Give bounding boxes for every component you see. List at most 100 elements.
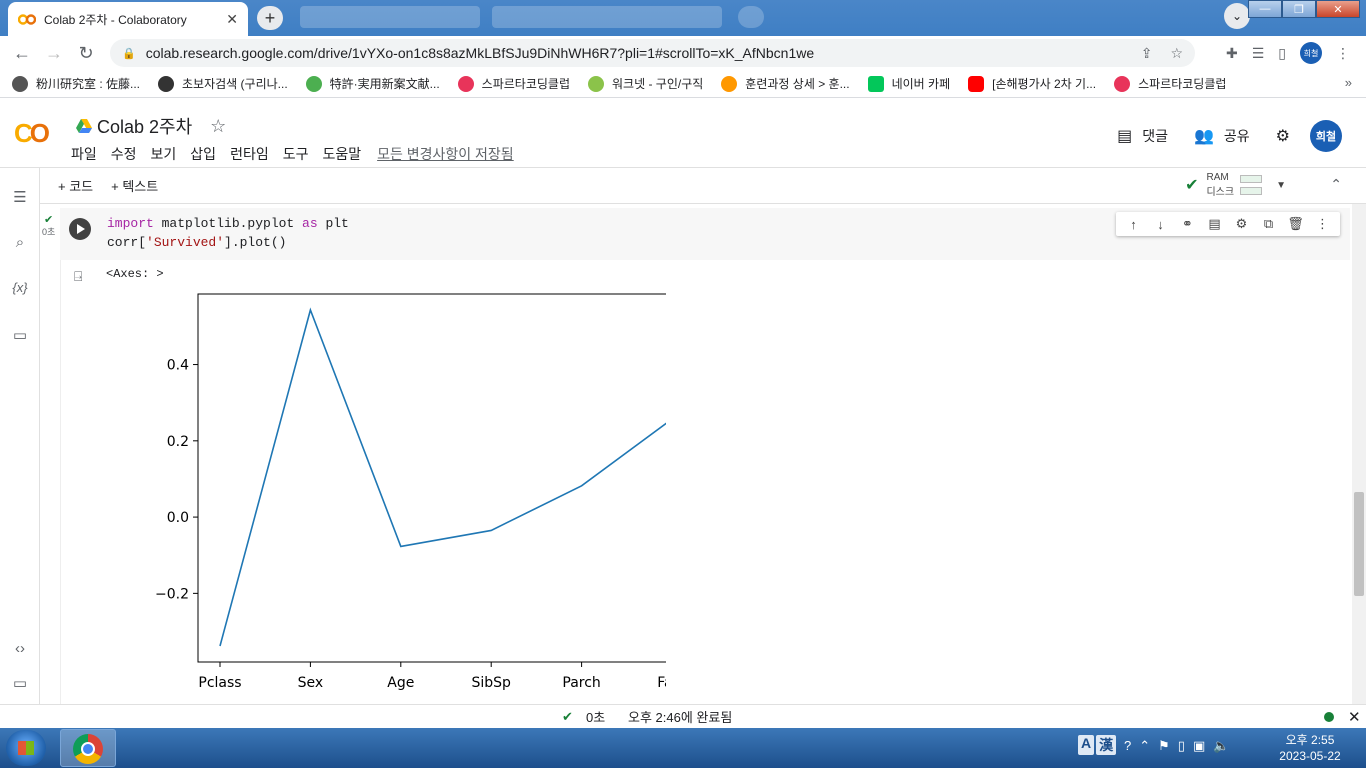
output-menu-icon[interactable]: ⍈: [74, 268, 82, 285]
menu-tools[interactable]: 도구: [283, 144, 309, 164]
close-tab-icon[interactable]: ✕: [226, 11, 238, 28]
browser-toolbar: ← → ↻ 🔒 colab.research.google.com/drive/…: [0, 36, 1366, 70]
comments-button[interactable]: ▤ 댓글: [1117, 126, 1168, 146]
close-status-icon[interactable]: ✕: [1348, 708, 1361, 726]
maximize-button[interactable]: ❐: [1282, 0, 1316, 18]
menu-file[interactable]: 파일: [71, 144, 97, 164]
tab-colab[interactable]: Colab 2주차 - Colaboratory ✕: [8, 2, 248, 36]
star-icon[interactable]: ☆: [210, 116, 226, 137]
run-cell-button[interactable]: [69, 218, 91, 240]
menu-help[interactable]: 도움말: [322, 144, 361, 164]
add-text-button[interactable]: + 텍스트: [111, 176, 158, 195]
bookmark-item[interactable]: 特許·実用新案文献...: [305, 75, 440, 92]
variables-icon[interactable]: {x}: [10, 280, 30, 295]
address-bar[interactable]: 🔒 colab.research.google.com/drive/1vYXo-…: [110, 39, 1195, 67]
menu-insert[interactable]: 삽입: [190, 144, 216, 164]
add-code-button[interactable]: + 코드: [58, 176, 93, 195]
volume-icon[interactable]: 🔈: [1213, 738, 1229, 754]
scrollbar[interactable]: [1352, 204, 1366, 704]
lock-icon: 🔒: [122, 47, 136, 60]
reload-icon[interactable]: ↻: [70, 43, 102, 64]
menu-runtime[interactable]: 런타임: [230, 144, 269, 164]
ime-indicator[interactable]: A 漢: [1078, 735, 1117, 755]
series-line-survived: [219, 307, 666, 647]
bookmark-star-icon[interactable]: ☆: [1170, 45, 1183, 62]
globe-icon: [12, 75, 28, 92]
tab-search-icon[interactable]: ⌄: [1224, 3, 1250, 29]
bookmark-item[interactable]: 스파르타코딩클럽: [457, 75, 570, 92]
status-message: 오후 2:46에 완료됨: [628, 710, 733, 725]
forward-icon[interactable]: →: [38, 43, 70, 64]
notebook-title[interactable]: Colab 2주차: [97, 113, 192, 139]
mirror-cell-icon[interactable]: ⧉: [1255, 216, 1282, 232]
bookmark-item[interactable]: 粉川研究室 : 佐藤...: [12, 75, 140, 92]
connected-check-icon: ✔: [1185, 177, 1199, 194]
line-chart: −0.2 0.0 0.2 0.4 Pclass Sex Age SibSp Parch Fare: [155, 293, 666, 691]
background-tab[interactable]: [300, 6, 480, 28]
extensions-icon[interactable]: ✚: [1226, 45, 1238, 62]
back-icon[interactable]: ←: [6, 43, 38, 64]
reading-list-icon[interactable]: ☰: [1252, 45, 1265, 62]
link-icon[interactable]: ⚭: [1174, 216, 1201, 232]
taskbar-chrome[interactable]: [60, 729, 116, 767]
clock[interactable]: 오후 2:55 2023-05-22: [1270, 732, 1350, 764]
patent-icon: [305, 75, 322, 92]
bookmark-item[interactable]: 워크넷 - 구인/구직: [588, 75, 703, 92]
colab-logo[interactable]: CO: [14, 118, 50, 149]
resource-monitor[interactable]: ✔ RAM 디스크 ▼: [1185, 170, 1286, 200]
settings-button[interactable]: ⚙: [1276, 126, 1290, 146]
bookmark-item[interactable]: 훈련과정 상세 > 훈...: [721, 75, 850, 92]
background-tab[interactable]: [492, 6, 722, 28]
scrollbar-thumb[interactable]: [1354, 492, 1364, 596]
share-icon[interactable]: ⇪: [1141, 45, 1153, 62]
y-tick-label: 0.0: [167, 510, 189, 526]
user-avatar[interactable]: 희철: [1310, 120, 1342, 152]
new-tab-button[interactable]: +: [257, 6, 283, 30]
x-tick-label: Fare: [657, 675, 666, 691]
more-icon[interactable]: ⋮: [1309, 216, 1336, 232]
move-up-icon[interactable]: ↑: [1120, 217, 1147, 232]
move-down-icon[interactable]: ↓: [1147, 217, 1174, 232]
menu-bar: 파일 수정 보기 삽입 런타임 도구 도움말 모든 변경사항이 저장됨: [71, 144, 528, 164]
start-button[interactable]: [6, 730, 46, 766]
delete-icon[interactable]: 🗑: [1282, 216, 1309, 232]
menu-edit[interactable]: 수정: [111, 144, 137, 164]
bookmark-item[interactable]: 네이버 카페: [867, 75, 950, 92]
code-snippets-icon[interactable]: ‹›: [10, 640, 30, 657]
window-controls: — ❐ ✕: [1248, 0, 1360, 18]
chevron-down-icon[interactable]: ▼: [1276, 180, 1286, 191]
tray-arrow-icon[interactable]: ⌃: [1139, 738, 1150, 754]
profile-avatar[interactable]: 희철: [1300, 42, 1322, 64]
bookmarks-overflow-icon[interactable]: »: [1345, 75, 1352, 90]
share-button[interactable]: 👥 공유: [1194, 126, 1250, 146]
url-text: colab.research.google.com/drive/1vYXo-on…: [145, 45, 815, 61]
x-tick-label: Pclass: [198, 675, 241, 691]
network-icon[interactable]: ▣: [1193, 738, 1205, 754]
terminal-icon[interactable]: ▭: [10, 674, 30, 692]
folder-icon[interactable]: ▭: [10, 326, 30, 344]
collapse-header-icon[interactable]: ⌃: [1330, 176, 1342, 193]
code-editor[interactable]: import matplotlib.pyplot as plt corr['Su…: [107, 214, 349, 252]
save-status-link[interactable]: 모든 변경사항이 저장됨: [377, 144, 514, 164]
bookmark-item[interactable]: 초보자검색 (구리나...: [158, 75, 288, 92]
chrome-menu-icon[interactable]: ⋮: [1336, 45, 1350, 62]
tab-title: Colab 2주차 - Colaboratory: [44, 12, 187, 27]
colab-favicon-icon: [18, 13, 36, 25]
comment-icon[interactable]: ▤: [1201, 216, 1228, 232]
people-icon: 👥: [1193, 128, 1214, 145]
cell-settings-icon[interactable]: ⚙: [1228, 216, 1255, 232]
bookmark-item[interactable]: 스파르타코딩클럽: [1114, 75, 1226, 92]
search-icon[interactable]: ⌕: [10, 234, 30, 251]
bookmark-item[interactable]: [손해평가사 2차 기...: [968, 75, 1096, 92]
side-panel-icon[interactable]: ▯: [1278, 45, 1286, 62]
menu-view[interactable]: 보기: [151, 144, 177, 164]
background-tab[interactable]: [738, 6, 764, 28]
y-tick-label: 0.2: [167, 434, 189, 450]
help-icon[interactable]: ?: [1124, 738, 1131, 754]
device-icon[interactable]: ▯: [1178, 738, 1185, 754]
table-of-contents-icon[interactable]: ☰: [10, 188, 30, 206]
code-cell[interactable]: import matplotlib.pyplot as plt corr['Su…: [60, 208, 1350, 260]
flag-icon[interactable]: ⚑: [1158, 738, 1170, 754]
close-window-button[interactable]: ✕: [1316, 0, 1360, 18]
minimize-button[interactable]: —: [1248, 0, 1282, 18]
